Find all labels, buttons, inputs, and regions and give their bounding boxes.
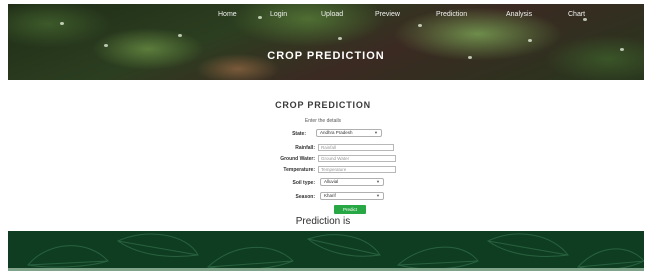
nav-login[interactable]: Login [270,11,287,18]
soil-type-label: Soil type: [292,180,315,186]
groundwater-label: Ground Water: [280,156,315,162]
water-droplet [528,39,532,42]
hero-banner: Home Login Upload Preview Prediction Ana… [8,4,644,80]
water-droplet [178,34,182,37]
state-label: State: [292,131,306,137]
soil-type-select[interactable]: Alluvial ▼ [320,178,384,186]
chevron-down-icon: ▼ [376,179,380,184]
footer-banner [8,231,644,271]
rainfall-input[interactable]: Rainfall [318,144,394,151]
temperature-input[interactable]: Temperature [318,166,396,173]
groundwater-input[interactable]: Ground Water [318,155,396,162]
state-select-value: Andhra Pradesh [320,130,353,135]
state-select[interactable]: Andhra Pradesh ▼ [316,129,382,137]
season-label: Season: [295,194,315,200]
water-droplet [104,44,108,47]
nav-analysis[interactable]: Analysis [506,11,532,18]
nav-prediction[interactable]: Prediction [436,11,467,18]
season-select-value: Kharif [324,193,336,198]
nav-upload[interactable]: Upload [321,11,343,18]
predict-button[interactable]: Predict [334,205,366,214]
water-droplet [338,37,342,40]
temperature-label: Temperature: [283,167,315,173]
form-title: CROP PREDICTION [275,100,371,110]
chevron-down-icon: ▼ [376,193,380,198]
nav-preview[interactable]: Preview [375,11,400,18]
form-subtitle: Enter the details [304,118,342,124]
hero-title: CROP PREDICTION [267,50,385,62]
season-select[interactable]: Kharif ▼ [320,192,384,200]
nav-home[interactable]: Home [218,11,237,18]
soil-type-select-value: Alluvial [324,179,339,184]
top-navigation: Home Login Upload Preview Prediction Ana… [8,11,644,25]
leaf-pattern [8,233,644,271]
chevron-down-icon: ▼ [374,130,378,135]
rainfall-label: Rainfall: [295,145,315,151]
prediction-result: Prediction is [295,216,351,227]
nav-chart[interactable]: Chart [568,11,585,18]
